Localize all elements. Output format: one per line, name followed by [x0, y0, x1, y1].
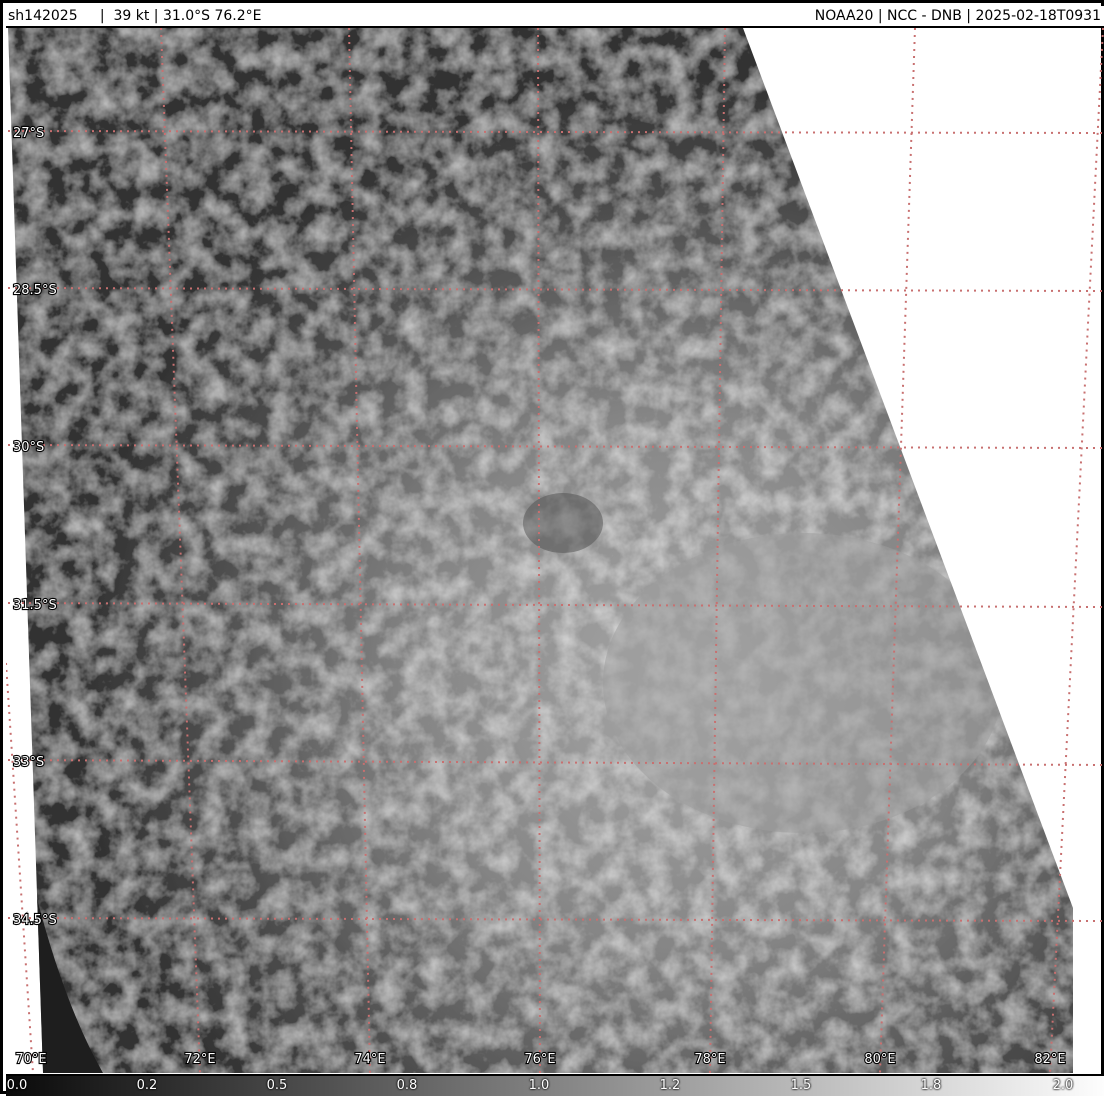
title-bar: sh142025 | 39 kt | 31.0°S 76.2°E NOAA20 … [6, 6, 1104, 28]
colorbar-tick: 0.2 [136, 1078, 158, 1093]
lat-label: 28.5°S [13, 283, 57, 298]
colorbar-tick: 2.0 [1052, 1078, 1074, 1093]
colorbar-tick: 1.5 [790, 1078, 812, 1093]
lon-label: 82°E [1034, 1052, 1065, 1067]
colorbar-tick: 1.8 [920, 1078, 942, 1093]
figure-frame: sh142025 | 39 kt | 31.0°S 76.2°E NOAA20 … [0, 0, 1104, 1096]
lon-label: 78°E [694, 1052, 725, 1067]
colorbar: 0.0 0.2 0.5 0.8 1.0 1.2 1.5 1.8 2.0 [6, 1074, 1104, 1096]
satellite-map: 27°S 28.5°S 30°S 31.5°S 33°S 34.5°S 70°E… [6, 28, 1104, 1073]
lat-label: 34.5°S [13, 913, 57, 928]
lat-label: 30°S [13, 440, 44, 455]
colorbar-tick: 1.0 [528, 1078, 550, 1093]
colorbar-tick: 0.0 [6, 1078, 28, 1093]
lon-label: 70°E [15, 1052, 46, 1067]
lat-label: 33°S [13, 755, 44, 770]
colorbar-tick: 1.2 [659, 1078, 681, 1093]
colorbar-tick: 0.8 [396, 1078, 418, 1093]
lon-label: 80°E [864, 1052, 895, 1067]
lat-label: 27°S [13, 126, 44, 141]
colorbar-tick: 0.5 [266, 1078, 288, 1093]
imagery [8, 28, 1073, 1073]
lat-label: 31.5°S [13, 598, 57, 613]
lon-label: 72°E [184, 1052, 215, 1067]
storm-info: sh142025 | 39 kt | 31.0°S 76.2°E [8, 8, 262, 24]
sensor-info: NOAA20 | NCC - DNB | 2025-02-18T0931 [814, 8, 1101, 24]
lon-label: 74°E [354, 1052, 385, 1067]
lon-label: 76°E [524, 1052, 555, 1067]
